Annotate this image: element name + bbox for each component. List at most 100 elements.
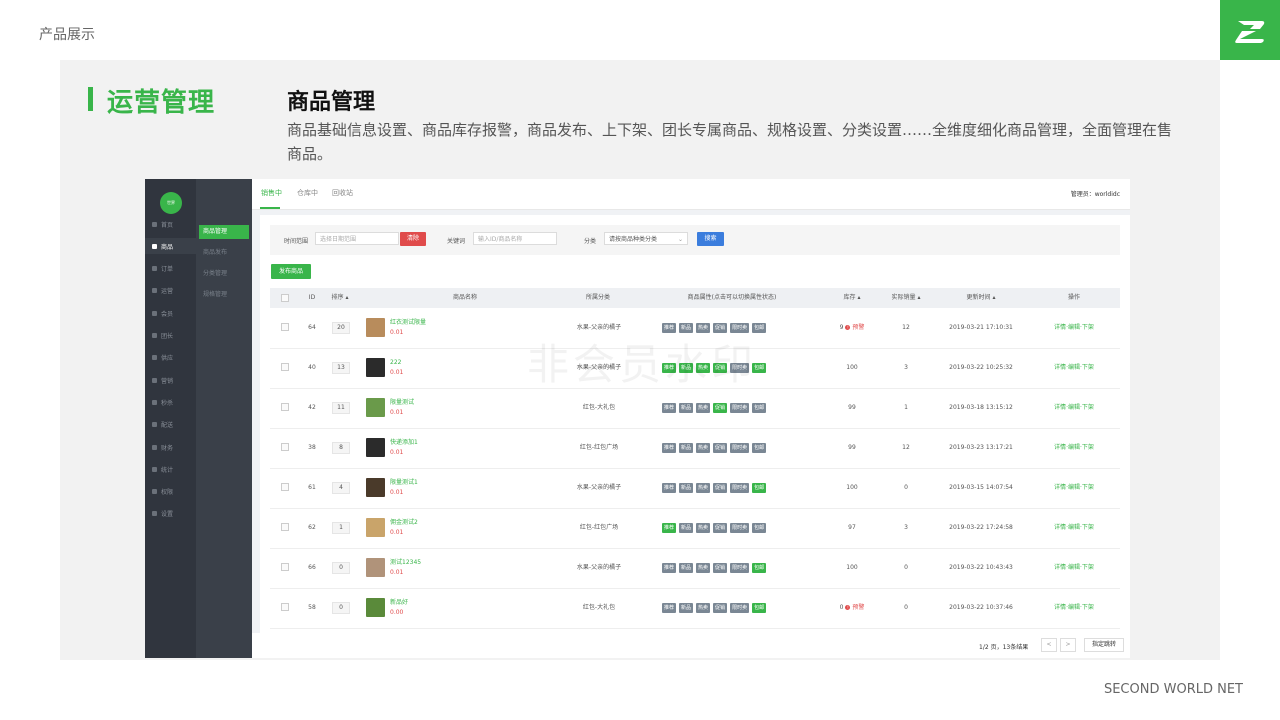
- edit-link[interactable]: 编辑: [1068, 564, 1080, 571]
- row-checkbox[interactable]: [281, 603, 289, 611]
- sidebar-item[interactable]: 会员: [145, 305, 196, 321]
- attribute-tag[interactable]: 新品: [679, 603, 694, 613]
- next-page-button[interactable]: >: [1060, 638, 1076, 652]
- col-stock[interactable]: 库存 ▴: [837, 288, 867, 308]
- row-checkbox[interactable]: [281, 523, 289, 531]
- keyword-input[interactable]: 输入ID/商品名称: [473, 232, 557, 245]
- attribute-tag[interactable]: 促销: [713, 523, 728, 533]
- attribute-tag[interactable]: 包邮: [752, 563, 767, 573]
- sort-input[interactable]: 20: [332, 322, 350, 334]
- submenu-item[interactable]: 规格管理: [199, 288, 249, 302]
- sidebar-item[interactable]: 团长: [145, 328, 196, 344]
- edit-link[interactable]: 编辑: [1068, 484, 1080, 491]
- row-sort[interactable]: 13: [330, 348, 352, 388]
- col-sales[interactable]: 实际销量 ▴: [882, 288, 930, 308]
- attribute-tag[interactable]: 促销: [713, 483, 728, 493]
- attribute-tag[interactable]: 新品: [679, 523, 694, 533]
- detail-link[interactable]: 详情: [1054, 484, 1066, 491]
- attribute-tag[interactable]: 促销: [713, 403, 728, 413]
- detail-link[interactable]: 详情: [1054, 564, 1066, 571]
- attribute-tag[interactable]: 热卖: [696, 603, 711, 613]
- product-name[interactable]: 测试12345: [390, 559, 421, 567]
- product-name[interactable]: 快递添加1: [390, 439, 418, 447]
- edit-link[interactable]: 编辑: [1068, 364, 1080, 371]
- sidebar-item[interactable]: 营销: [145, 372, 196, 388]
- tab-recycle-bin[interactable]: 回收站: [332, 188, 353, 198]
- attribute-tag[interactable]: 限时卖: [730, 483, 750, 493]
- attribute-tag[interactable]: 新品: [679, 563, 694, 573]
- sidebar-item[interactable]: 权限: [145, 484, 196, 500]
- tab-in-warehouse[interactable]: 仓库中: [297, 188, 318, 198]
- sort-input[interactable]: 13: [332, 362, 350, 374]
- sidebar-item[interactable]: 配送: [145, 417, 196, 433]
- off-shelf-link[interactable]: 下架: [1082, 444, 1094, 451]
- row-sort[interactable]: 0: [330, 588, 352, 628]
- sort-input[interactable]: 11: [332, 402, 350, 414]
- sidebar-item[interactable]: 商品: [145, 238, 196, 255]
- clear-button[interactable]: 清除: [400, 232, 426, 246]
- sort-input[interactable]: 1: [332, 522, 350, 534]
- attribute-tag[interactable]: 热卖: [696, 443, 711, 453]
- attribute-tag[interactable]: 限时卖: [730, 603, 750, 613]
- attribute-tag[interactable]: 限时卖: [730, 523, 750, 533]
- attribute-tag[interactable]: 促销: [713, 443, 728, 453]
- row-checkbox[interactable]: [281, 323, 289, 331]
- product-name[interactable]: 新品好: [390, 599, 408, 607]
- attribute-tag[interactable]: 包邮: [752, 603, 767, 613]
- attribute-tag[interactable]: 包邮: [752, 443, 767, 453]
- sidebar-item[interactable]: 运营: [145, 283, 196, 299]
- attribute-tag[interactable]: 热卖: [696, 403, 711, 413]
- attribute-tag[interactable]: 推荐: [662, 603, 677, 613]
- off-shelf-link[interactable]: 下架: [1082, 484, 1094, 491]
- attribute-tag[interactable]: 热卖: [696, 523, 711, 533]
- admin-info[interactable]: 管理员：worldidc: [1071, 189, 1120, 198]
- attribute-tag[interactable]: 新品: [679, 483, 694, 493]
- attribute-tag[interactable]: 推荐: [662, 443, 677, 453]
- attribute-tag[interactable]: 包邮: [752, 403, 767, 413]
- col-updated[interactable]: 更新时间 ▴: [952, 288, 1010, 308]
- sidebar-item[interactable]: 统计: [145, 461, 196, 477]
- edit-link[interactable]: 编辑: [1068, 324, 1080, 331]
- sidebar-item[interactable]: 订单: [145, 261, 196, 277]
- prev-page-button[interactable]: <: [1041, 638, 1057, 652]
- submenu-item[interactable]: 商品发布: [199, 246, 249, 260]
- tab-on-sale[interactable]: 销售中: [261, 188, 282, 198]
- off-shelf-link[interactable]: 下架: [1082, 604, 1094, 611]
- sort-input[interactable]: 4: [332, 482, 350, 494]
- attribute-tag[interactable]: 限时卖: [730, 443, 750, 453]
- row-sort[interactable]: 0: [330, 548, 352, 588]
- detail-link[interactable]: 详情: [1054, 524, 1066, 531]
- attribute-tag[interactable]: 限时卖: [730, 403, 750, 413]
- publish-product-button[interactable]: 发布商品: [271, 264, 311, 279]
- row-checkbox[interactable]: [281, 403, 289, 411]
- row-checkbox[interactable]: [281, 483, 289, 491]
- edit-link[interactable]: 编辑: [1068, 404, 1080, 411]
- row-sort[interactable]: 20: [330, 308, 352, 348]
- avatar[interactable]: 世界: [160, 192, 182, 214]
- detail-link[interactable]: 详情: [1054, 604, 1066, 611]
- off-shelf-link[interactable]: 下架: [1082, 364, 1094, 371]
- product-name[interactable]: 限量测试1: [390, 479, 418, 487]
- attribute-tag[interactable]: 促销: [713, 603, 728, 613]
- row-checkbox[interactable]: [281, 443, 289, 451]
- submenu-item[interactable]: 分类管理: [199, 267, 249, 281]
- detail-link[interactable]: 详情: [1054, 324, 1066, 331]
- row-sort[interactable]: 4: [330, 468, 352, 508]
- attribute-tag[interactable]: 推荐: [662, 483, 677, 493]
- sidebar-item[interactable]: 设置: [145, 506, 196, 522]
- detail-link[interactable]: 详情: [1054, 444, 1066, 451]
- search-button[interactable]: 搜索: [697, 232, 724, 246]
- row-checkbox[interactable]: [281, 363, 289, 371]
- col-sort[interactable]: 排序 ▴: [325, 288, 355, 308]
- submenu-item[interactable]: 商品管理: [199, 225, 249, 239]
- sort-input[interactable]: 8: [332, 442, 350, 454]
- attribute-tag[interactable]: 包邮: [752, 483, 767, 493]
- attribute-tag[interactable]: 新品: [679, 403, 694, 413]
- product-name[interactable]: 限量测试: [390, 399, 414, 407]
- product-name[interactable]: 佣金测试2: [390, 519, 418, 527]
- off-shelf-link[interactable]: 下架: [1082, 564, 1094, 571]
- row-sort[interactable]: 1: [330, 508, 352, 548]
- edit-link[interactable]: 编辑: [1068, 524, 1080, 531]
- attribute-tag[interactable]: 推荐: [662, 563, 677, 573]
- jump-page-button[interactable]: 指定跳转: [1084, 638, 1124, 652]
